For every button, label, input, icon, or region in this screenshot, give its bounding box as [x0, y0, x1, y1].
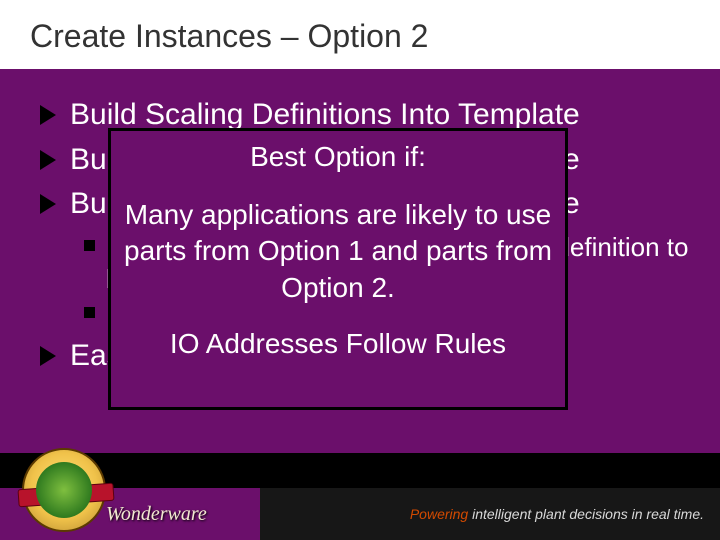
globe-badge-icon [22, 448, 106, 532]
footer-right-bar: Powering intelligent plant decisions in … [260, 488, 720, 540]
callout-body: Many applications are likely to use part… [123, 197, 553, 306]
callout-footer: IO Addresses Follow Rules [119, 328, 557, 360]
badge-ribbon [17, 483, 114, 508]
triangle-bullet-icon [40, 194, 56, 214]
triangle-bullet-icon [40, 150, 56, 170]
title-bar: Create Instances – Option 2 [0, 0, 720, 69]
tagline-accent: Powering [410, 506, 468, 522]
bullet-text: Build Scaling Definitions Into Template [70, 98, 580, 131]
tagline-rest: intelligent plant decisions in real time… [468, 506, 704, 522]
callout-title: Best Option if: [119, 141, 557, 173]
callout-box: Best Option if: Many applications are li… [108, 128, 568, 410]
footer: Powering intelligent plant decisions in … [0, 460, 720, 540]
slide-title: Create Instances – Option 2 [30, 18, 690, 55]
brand-script: Wonderware [106, 503, 207, 526]
triangle-bullet-icon [40, 346, 56, 366]
square-bullet-icon [84, 240, 95, 251]
footer-tagline: Powering intelligent plant decisions in … [410, 506, 704, 522]
square-bullet-icon [84, 307, 95, 318]
triangle-bullet-icon [40, 105, 56, 125]
